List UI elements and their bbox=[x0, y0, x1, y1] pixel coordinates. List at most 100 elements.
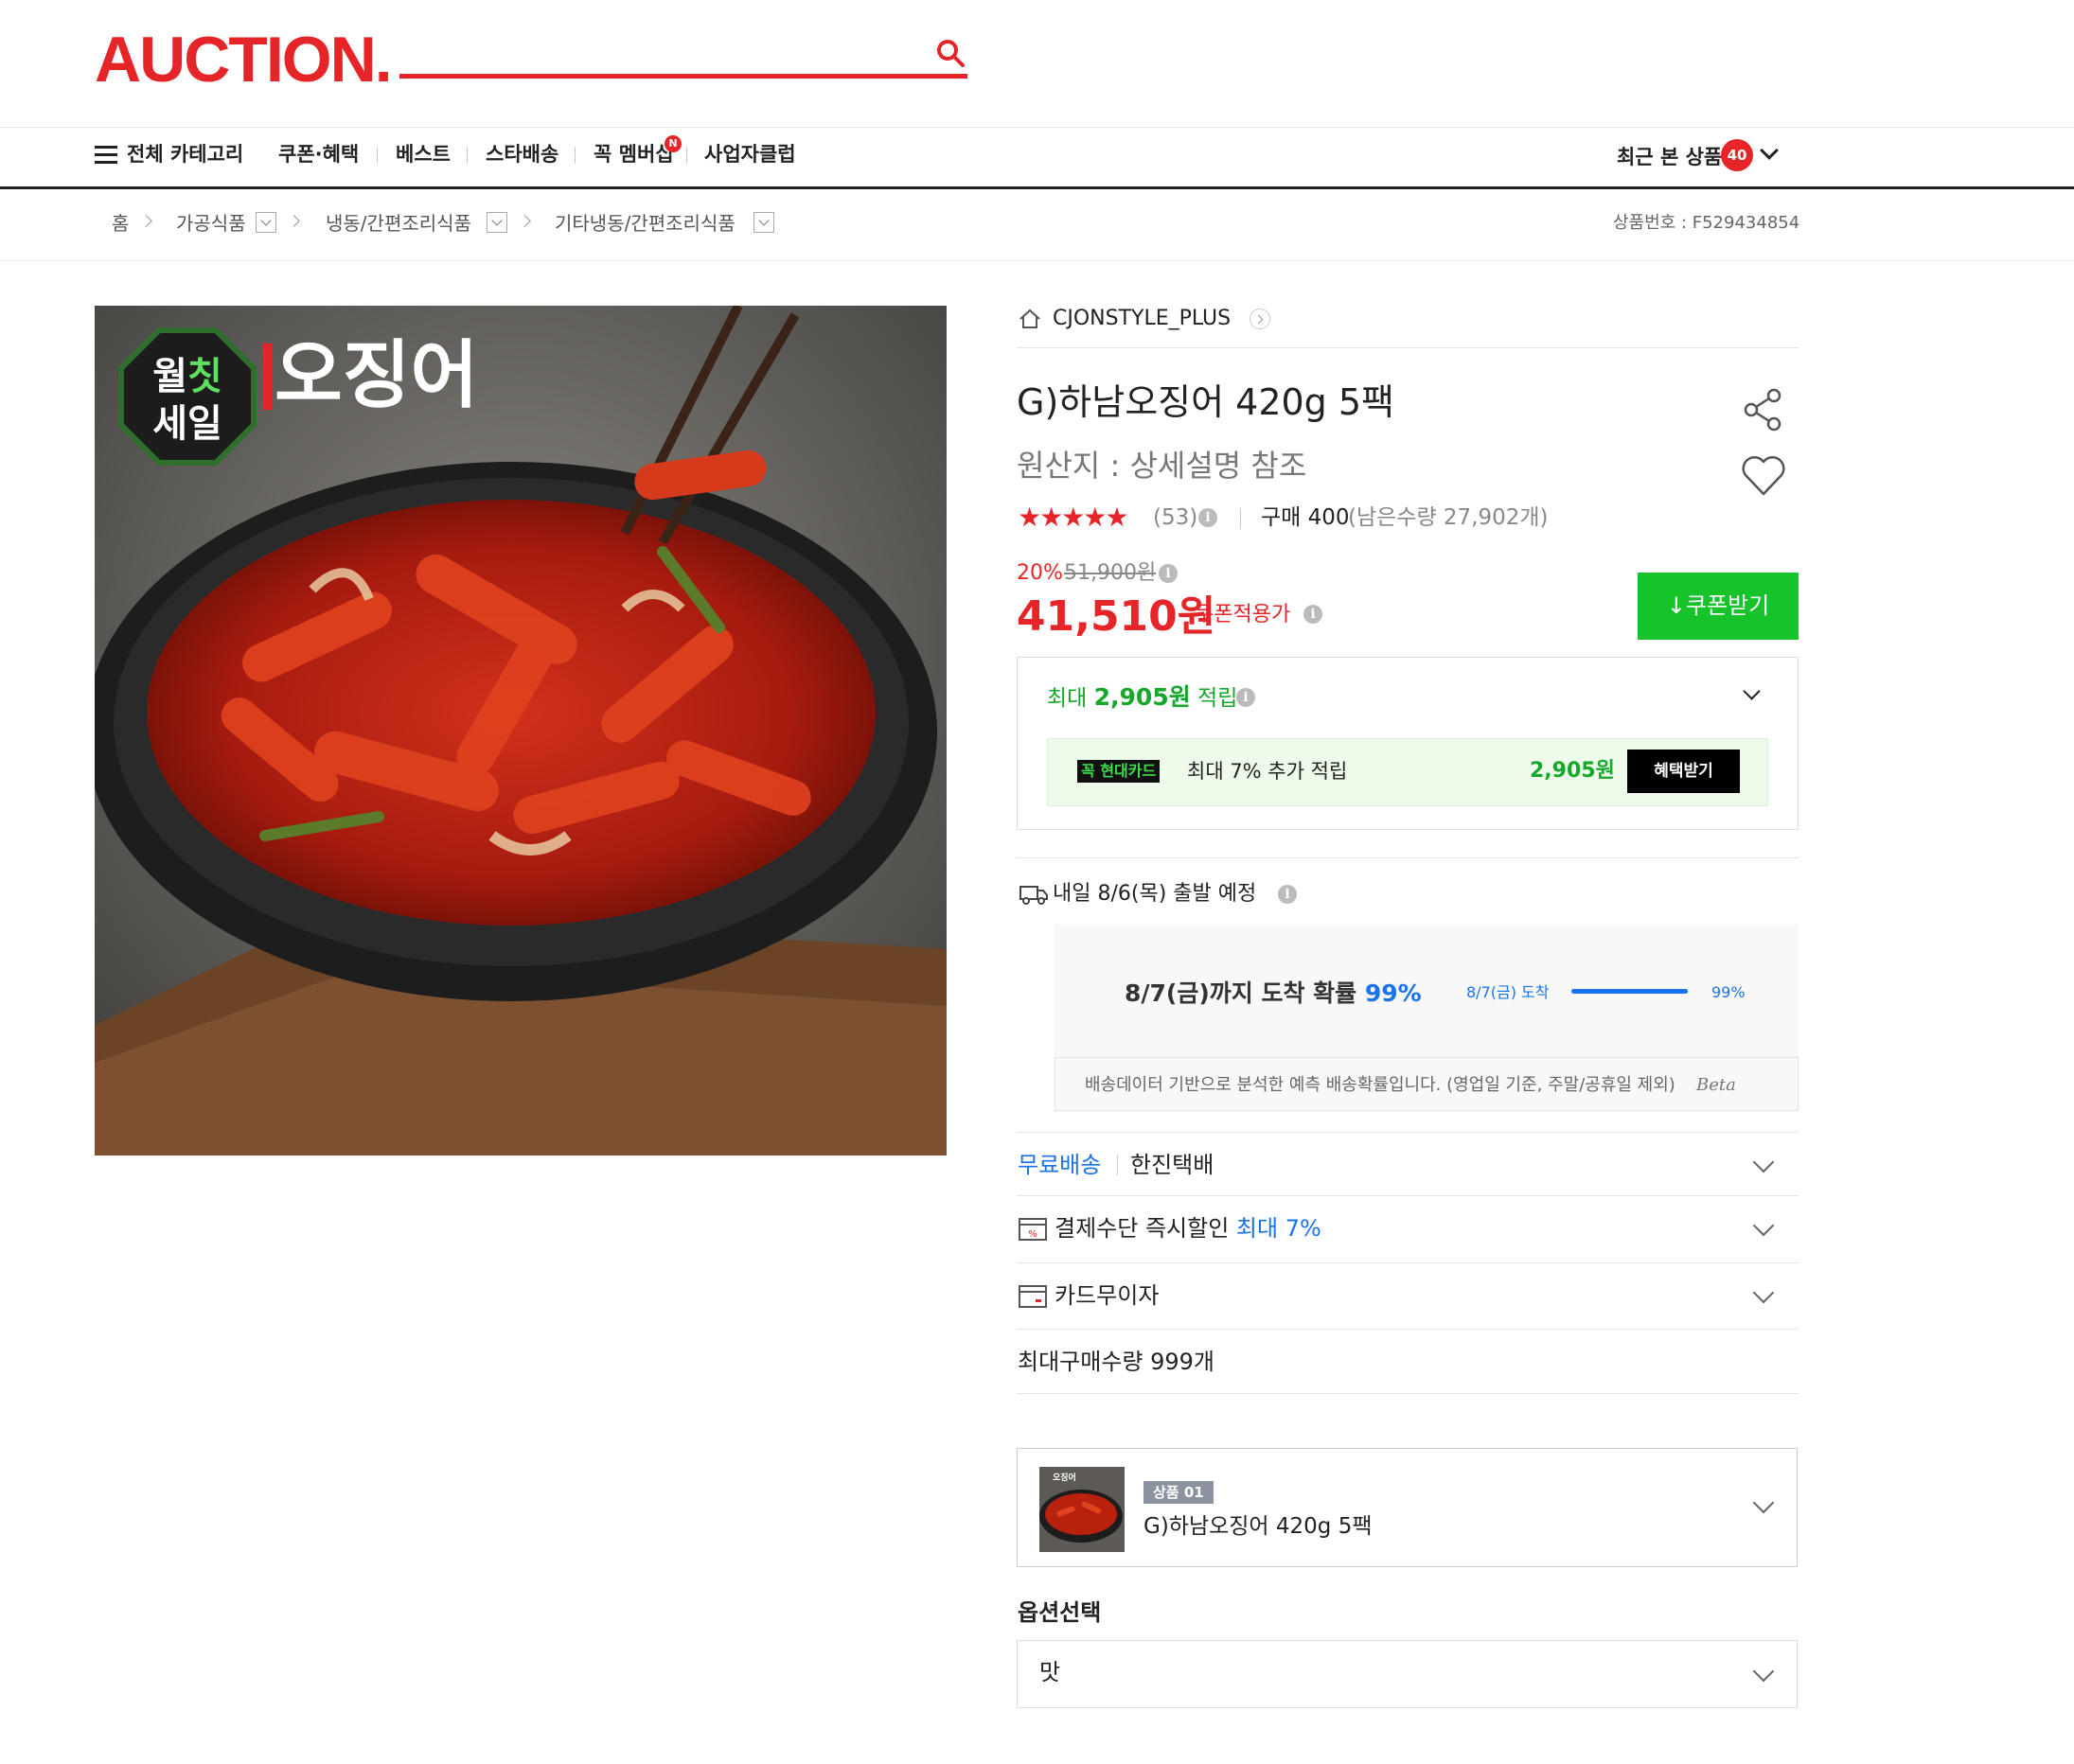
breadcrumb-level-3[interactable]: 기타냉동/간편조리식품 bbox=[555, 210, 736, 237]
nav-separator bbox=[377, 147, 378, 164]
nav-separator bbox=[686, 147, 687, 164]
chevron-down-icon[interactable] bbox=[1752, 1151, 1775, 1173]
breadcrumb-arrow-icon bbox=[519, 215, 531, 227]
search-underline bbox=[399, 74, 967, 79]
review-count[interactable]: (53) bbox=[1153, 503, 1197, 532]
card-benefit-amount: 2,905원 bbox=[1530, 759, 1615, 783]
separator bbox=[1117, 1155, 1118, 1175]
separator bbox=[1240, 508, 1241, 529]
home-icon bbox=[1019, 309, 1040, 328]
product-number: 상품번호 : F529434854 bbox=[1613, 213, 1800, 233]
breadcrumb-level-2[interactable]: 냉동/간편조리식품 bbox=[326, 210, 471, 237]
nav-star-delivery[interactable]: 스타배송 bbox=[486, 140, 558, 168]
breadcrumb-level-1[interactable]: 가공식품 bbox=[176, 210, 246, 237]
divider bbox=[1017, 1195, 1799, 1196]
recent-items-label[interactable]: 최근 본 상품 bbox=[1617, 142, 1722, 170]
option-select[interactable] bbox=[1017, 1640, 1798, 1708]
divider bbox=[1017, 1132, 1799, 1133]
sale-price: 41,510원 bbox=[1017, 592, 1216, 641]
reward-suffix: 적립 bbox=[1190, 686, 1238, 711]
nav-top-border bbox=[0, 127, 2074, 128]
info-icon[interactable]: i bbox=[1278, 885, 1297, 904]
reward-amount: 2,905원 bbox=[1093, 683, 1191, 711]
nav-best[interactable]: 베스트 bbox=[396, 140, 451, 168]
shop-name-link[interactable]: CJONSTYLE_PLUS bbox=[1053, 305, 1231, 333]
shop-arrow-icon[interactable] bbox=[1250, 309, 1270, 329]
beta-label: Beta bbox=[1696, 1075, 1736, 1095]
product-image[interactable]: 월칫 세일 오징어 bbox=[95, 306, 947, 1155]
heart-icon[interactable] bbox=[1740, 452, 1787, 498]
payment-discount-row[interactable]: 결제수단 즉시할인 최대 7% bbox=[1055, 1213, 1321, 1244]
purchase-count: 구매 400 bbox=[1261, 505, 1350, 530]
reward-summary[interactable]: 최대 2,905원 적립 bbox=[1047, 683, 1237, 713]
breadcrumb-dropdown-icon[interactable] bbox=[487, 212, 507, 233]
option-select-label: 옵션선택 bbox=[1018, 1599, 1102, 1626]
product-photo: 월칫 세일 오징어 bbox=[95, 306, 947, 1155]
all-categories-button[interactable]: 전체 카테고리 bbox=[127, 140, 243, 168]
menu-icon[interactable] bbox=[95, 146, 117, 165]
coupon-button-label: 쿠폰받기 bbox=[1685, 592, 1770, 619]
product-title: G)하남오징어 420g 5팩 bbox=[1017, 381, 1395, 423]
image-headline: 오징어 bbox=[275, 333, 478, 418]
breadcrumb-dropdown-icon[interactable] bbox=[753, 212, 774, 233]
nav-separator bbox=[575, 147, 576, 164]
card-logo-prefix: 꼭 bbox=[1081, 762, 1095, 780]
nav-separator bbox=[467, 147, 468, 164]
image-badge-accent: 칫 bbox=[187, 355, 222, 398]
card-logo-name: 현대카드 bbox=[1100, 762, 1157, 780]
chevron-down-icon[interactable] bbox=[1752, 1281, 1775, 1304]
download-icon: ↓ bbox=[1666, 592, 1686, 619]
payment-discount-label: 결제수단 즉시할인 bbox=[1055, 1215, 1236, 1242]
image-badge-line2: 세일 bbox=[152, 402, 222, 446]
info-icon[interactable]: i bbox=[1198, 508, 1217, 527]
divider bbox=[1017, 1329, 1799, 1330]
rating-stars: ★★★★★ bbox=[1018, 502, 1129, 533]
nav-bottom-border bbox=[0, 186, 2074, 189]
chevron-down-icon[interactable] bbox=[1760, 141, 1779, 160]
card-benefit-text: 최대 7% 추가 적립 bbox=[1187, 760, 1348, 783]
delivery-probability-note: 배송데이터 기반으로 분석한 예측 배송확률입니다. (영업일 기준, 주말/공… bbox=[1085, 1075, 1675, 1095]
remaining-stock: (남은수량 27,902개) bbox=[1348, 505, 1549, 530]
search-icon[interactable] bbox=[935, 38, 966, 68]
info-icon[interactable]: i bbox=[1236, 688, 1255, 707]
product-thumbnail: 오징어 bbox=[1039, 1467, 1125, 1552]
share-icon[interactable] bbox=[1740, 386, 1787, 433]
reward-prefix: 최대 bbox=[1047, 686, 1094, 711]
probability-prefix: 8/7(금)까지 도착 확률 bbox=[1125, 979, 1365, 1007]
svg-text:%: % bbox=[1028, 1229, 1037, 1240]
hyundai-card-logo: 꼭 현대카드 bbox=[1077, 760, 1161, 783]
max-purchase-quantity: 최대구매수량 999개 bbox=[1018, 1349, 1214, 1375]
breadcrumb-arrow-icon bbox=[140, 215, 152, 227]
payment-discount-value: 최대 7% bbox=[1235, 1215, 1321, 1242]
departure-estimate: 내일 8/6(목) 출발 예정 bbox=[1053, 882, 1257, 906]
recent-items-count: 40 bbox=[1721, 139, 1753, 171]
nav-business-club[interactable]: 사업자클럽 bbox=[704, 140, 796, 168]
coupon-price-label: 쿠폰적용가 bbox=[1195, 603, 1291, 626]
auction-logo[interactable]: AUCTION. bbox=[95, 26, 393, 93]
selected-product-dropdown[interactable] bbox=[1017, 1448, 1798, 1567]
search-input[interactable] bbox=[403, 32, 914, 70]
nav-membership[interactable]: 꼭 멤버십 bbox=[594, 140, 674, 168]
interest-free-installment-row[interactable]: 카드무이자 bbox=[1055, 1280, 1159, 1311]
carrier-name: 한진택배 bbox=[1130, 1152, 1214, 1178]
probability-value: 99% bbox=[1364, 979, 1422, 1007]
thumb-headline: 오징어 bbox=[1053, 1472, 1076, 1483]
discount-card-icon: % bbox=[1019, 1218, 1047, 1241]
info-icon[interactable]: i bbox=[1303, 605, 1322, 624]
discount-rate: 20% bbox=[1017, 561, 1063, 585]
divider bbox=[1055, 1057, 1799, 1058]
product-origin: 원산지 : 상세설명 참조 bbox=[1017, 448, 1307, 484]
probability-bar-fill bbox=[1571, 989, 1688, 994]
chevron-down-icon[interactable] bbox=[1752, 1214, 1775, 1237]
breadcrumb-home[interactable]: 홈 bbox=[112, 210, 129, 237]
info-icon[interactable]: i bbox=[1159, 564, 1178, 583]
breadcrumb-border bbox=[0, 260, 2074, 261]
delivery-probability-text: 8/7(금)까지 도착 확률 99% bbox=[1125, 978, 1422, 1010]
nav-coupon-benefits[interactable]: 쿠폰·혜택 bbox=[278, 140, 359, 168]
truck-icon bbox=[1019, 886, 1048, 905]
new-badge: N bbox=[665, 135, 682, 152]
breadcrumb-dropdown-icon[interactable] bbox=[256, 212, 276, 233]
coupon-download-button[interactable]: ↓쿠폰받기 bbox=[1638, 573, 1799, 640]
divider bbox=[1017, 347, 1799, 348]
get-benefit-button[interactable]: 혜택받기 bbox=[1627, 750, 1740, 793]
